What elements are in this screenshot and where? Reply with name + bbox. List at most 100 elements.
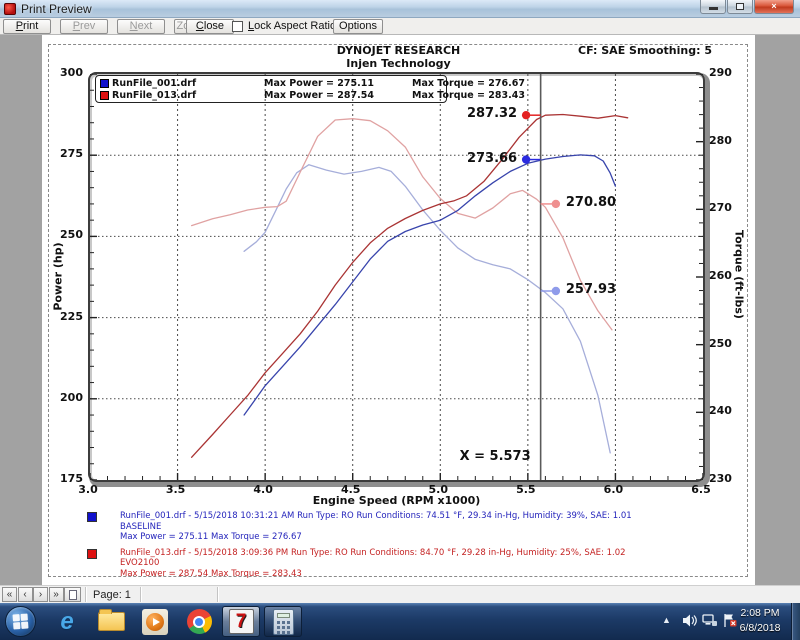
restore-button[interactable] bbox=[727, 0, 753, 14]
internet-explorer-icon: e bbox=[60, 609, 73, 635]
x-tick-3.0: 3.0 bbox=[71, 483, 105, 496]
show-desktop-button[interactable] bbox=[791, 603, 800, 640]
taskbar-item-internet-explorer[interactable]: e bbox=[48, 606, 86, 637]
run-annotation-1: RunFile_001.drf - 5/15/2018 10:31:21 AM … bbox=[42, 511, 742, 543]
next-page-button[interactable]: › bbox=[33, 587, 48, 602]
toolbar: PrintPrevNextZoom OutClose Lock Aspect R… bbox=[0, 18, 800, 35]
annotation-line2: BASELINE bbox=[120, 522, 742, 533]
taskbar-item-calculator[interactable] bbox=[264, 606, 302, 637]
left-axis-title: Power (hp) bbox=[52, 177, 65, 377]
marker-label-257.93: 257.93 bbox=[566, 282, 616, 297]
right-tick-290: 290 bbox=[709, 66, 732, 79]
curve-runfile_001-power bbox=[244, 155, 615, 415]
legend-row-RunFile_001.drf: RunFile_001.drfMax Power = 275.11Max Tor… bbox=[100, 77, 442, 89]
annotation-line1: RunFile_013.drf - 5/15/2018 3:09:36 PM R… bbox=[120, 548, 742, 559]
lock-aspect-ratio-checkbox[interactable] bbox=[232, 21, 243, 32]
right-tick-270: 270 bbox=[709, 201, 732, 214]
minimize-button[interactable] bbox=[700, 0, 726, 14]
right-axis-title: Torque (ft-lbs) bbox=[733, 175, 746, 375]
legend-max-torque: Max Torque = 283.43 bbox=[412, 90, 525, 101]
taskbar-item-winpep[interactable]: 7 bbox=[222, 606, 260, 637]
annotation-line3: Max Power = 275.11 Max Torque = 276.67 bbox=[120, 532, 742, 543]
app-icon bbox=[4, 3, 16, 15]
legend-file-name: RunFile_013.drf bbox=[112, 90, 264, 101]
chart-subtitle: Injen Technology bbox=[42, 57, 755, 70]
start-button[interactable] bbox=[5, 606, 36, 637]
preview-page: DYNOJET RESEARCH Injen Technology CF: SA… bbox=[42, 35, 755, 585]
marker-dot-273.66 bbox=[522, 155, 530, 163]
marker-dot-257.93 bbox=[552, 287, 560, 295]
x-tick-4.5: 4.5 bbox=[334, 483, 368, 496]
prev-page-button[interactable]: ‹ bbox=[18, 587, 33, 602]
x-tick-3.5: 3.5 bbox=[159, 483, 193, 496]
x-tick-6.0: 6.0 bbox=[596, 483, 630, 496]
legend-max-torque: Max Torque = 276.67 bbox=[412, 78, 525, 89]
right-tick-240: 240 bbox=[709, 404, 732, 417]
print-button[interactable]: Print bbox=[3, 19, 51, 34]
status-bar: «‹›» Page: 1 bbox=[0, 585, 800, 603]
dyno-plot: 287.32273.66270.80257.93X = 5.573 bbox=[88, 72, 705, 482]
taskbar-item-chrome[interactable] bbox=[180, 606, 218, 637]
legend-row-RunFile_013.drf: RunFile_013.drfMax Power = 287.54Max Tor… bbox=[100, 89, 442, 101]
left-tick-275: 275 bbox=[44, 147, 83, 160]
screen: Print Preview × PrintPrevNextZoom OutClo… bbox=[0, 0, 800, 640]
run-annotations: RunFile_001.drf - 5/15/2018 10:31:21 AM … bbox=[42, 511, 742, 584]
annotation-line2: EVO2100 bbox=[120, 558, 742, 569]
annotation-line3: Max Power = 287.54 Max Torque = 283.43 bbox=[120, 569, 742, 580]
first-page-button[interactable]: « bbox=[2, 587, 17, 602]
clock-time: 2:08 PM bbox=[730, 606, 790, 621]
x-tick-6.5: 6.5 bbox=[684, 483, 718, 496]
statusbar-divider bbox=[140, 587, 141, 602]
x-tick-5.0: 5.0 bbox=[421, 483, 455, 496]
x-tick-5.5: 5.5 bbox=[509, 483, 543, 496]
prev-button[interactable]: Prev bbox=[60, 19, 108, 34]
close-button[interactable]: Close bbox=[186, 19, 234, 34]
last-page-button[interactable]: » bbox=[49, 587, 64, 602]
taskbar-clock[interactable]: 2:08 PM 6/8/2018 bbox=[730, 606, 790, 636]
clock-date: 6/8/2018 bbox=[730, 621, 790, 636]
taskbar-item-file-explorer[interactable] bbox=[92, 606, 130, 637]
x-tick-4.0: 4.0 bbox=[246, 483, 280, 496]
legend-file-name: RunFile_001.drf bbox=[112, 78, 264, 89]
taskbar: e 7 ▲ bbox=[0, 603, 800, 640]
left-tick-300: 300 bbox=[44, 66, 83, 79]
lock-aspect-ratio-label: Lock Aspect Ratio bbox=[248, 20, 336, 32]
curve-runfile_013-torque bbox=[192, 119, 612, 330]
chrome-icon bbox=[187, 609, 212, 634]
statusbar-divider bbox=[217, 587, 218, 602]
windows-logo-icon bbox=[12, 613, 28, 629]
cursor-x-label: X = 5.573 bbox=[460, 449, 531, 464]
annotation-text: RunFile_013.drf - 5/15/2018 3:09:36 PM R… bbox=[120, 548, 742, 580]
media-player-icon bbox=[142, 609, 168, 635]
annotation-text: RunFile_001.drf - 5/15/2018 10:31:21 AM … bbox=[120, 511, 742, 543]
annotation-line1: RunFile_001.drf - 5/15/2018 10:31:21 AM … bbox=[120, 511, 742, 522]
marker-label-287.32: 287.32 bbox=[467, 106, 517, 121]
marker-dot-270.80 bbox=[552, 200, 560, 208]
legend-max-power: Max Power = 275.11 bbox=[264, 78, 412, 89]
left-tick-200: 200 bbox=[44, 391, 83, 404]
network-icon[interactable] bbox=[702, 613, 718, 628]
page-icon bbox=[69, 590, 77, 600]
winpep-icon: 7 bbox=[229, 609, 254, 634]
marker-dot-287.32 bbox=[522, 111, 530, 119]
options-button[interactable]: Options bbox=[333, 19, 383, 34]
folder-icon bbox=[98, 612, 125, 631]
calculator-icon bbox=[273, 609, 294, 635]
tray-expand-icon[interactable]: ▲ bbox=[662, 615, 671, 625]
marker-label-273.66: 273.66 bbox=[467, 151, 517, 166]
close-button[interactable]: × bbox=[754, 0, 794, 14]
chart-correction-info: CF: SAE Smoothing: 5 bbox=[382, 44, 712, 57]
print-preview-area: DYNOJET RESEARCH Injen Technology CF: SA… bbox=[0, 35, 800, 585]
statusbar-divider bbox=[85, 587, 86, 602]
right-tick-280: 280 bbox=[709, 134, 732, 147]
chart-legend: RunFile_001.drfMax Power = 275.11Max Tor… bbox=[95, 75, 447, 103]
page-list-button[interactable] bbox=[64, 587, 81, 602]
right-tick-250: 250 bbox=[709, 337, 732, 350]
next-button[interactable]: Next bbox=[117, 19, 165, 34]
page-indicator: Page: 1 bbox=[93, 589, 131, 601]
run-annotation-2: RunFile_013.drf - 5/15/2018 3:09:36 PM R… bbox=[42, 548, 742, 580]
annotation-color-square bbox=[87, 549, 97, 559]
taskbar-item-media-player[interactable] bbox=[136, 606, 174, 637]
volume-icon[interactable] bbox=[682, 613, 697, 628]
legend-swatch bbox=[100, 91, 109, 100]
